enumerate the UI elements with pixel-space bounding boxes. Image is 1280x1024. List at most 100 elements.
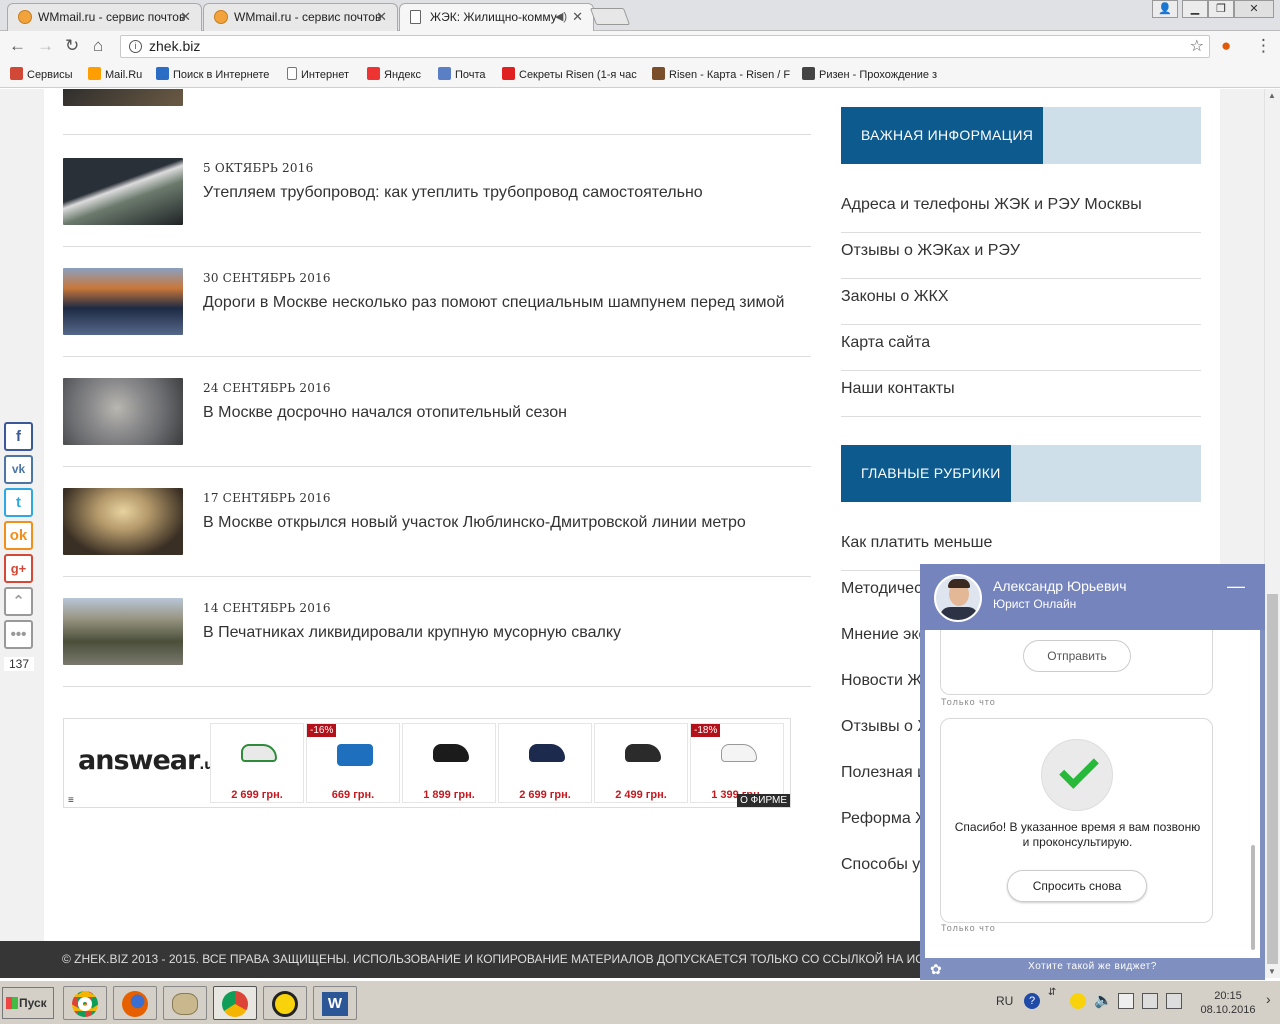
brand-text: answear [78, 745, 200, 776]
minimize-button[interactable]: ▁ [1182, 0, 1208, 18]
sidebar-link[interactable]: Отзывы о ЖЭКах и РЭУ [841, 233, 1201, 279]
more-icon[interactable]: ••• [4, 620, 33, 649]
bookmark-star-icon[interactable]: ☆ [1190, 36, 1204, 57]
sidebar-link[interactable]: Новости ЖКХ [841, 663, 920, 709]
bookmark-item[interactable]: Яндекс [367, 67, 421, 82]
product-card[interactable]: -16% 669 грн. [306, 723, 400, 803]
tray-expand-icon[interactable]: ⇵ [1048, 987, 1056, 998]
scroll-down-arrow-icon[interactable]: ▼ [1268, 967, 1276, 976]
widget-promo-link[interactable]: Хотите такой же виджет? [920, 961, 1265, 972]
news-title[interactable]: Утепляем трубопровод: как утеплить трубо… [203, 184, 703, 202]
minimize-chat-icon[interactable]: — [1227, 576, 1245, 597]
close-window-button[interactable]: ✕ [1234, 0, 1274, 18]
bookmark-item[interactable]: Risen - Карта - Risen / F [652, 67, 790, 82]
bookmark-item[interactable]: Сервисы [10, 67, 73, 82]
close-tab-icon[interactable]: ✕ [572, 4, 583, 30]
chrome-taskbar-icon[interactable] [63, 986, 107, 1020]
network-icon[interactable] [1118, 993, 1134, 1009]
address-bar[interactable]: i zhek.biz ☆ [120, 35, 1210, 58]
product-card[interactable]: -18%1 399 грн. [690, 723, 784, 803]
sidebar-link[interactable]: Мнение экспертов [841, 617, 920, 663]
news-item: 14 СЕНТЯБРЬ 2016 В Печатниках ликвидиров… [63, 577, 811, 687]
tab-wmmail-1[interactable]: WMmail.ru - сервис почтов ✕ [7, 3, 202, 31]
product-card[interactable]: 1 899 грн. [402, 723, 496, 803]
reload-icon[interactable]: ↻ [65, 37, 79, 55]
volume-icon[interactable]: 🔈 [1094, 991, 1113, 1009]
sidebar-link[interactable]: Полезная информация [841, 755, 920, 801]
sidebar-link[interactable]: Реформа ЖКХ [841, 801, 920, 847]
chrome-active-taskbar-icon[interactable] [213, 986, 257, 1020]
scroll-thumb[interactable] [1267, 594, 1278, 964]
news-title[interactable]: В Печатниках ликвидировали крупную мусор… [203, 624, 621, 642]
product-card[interactable]: 2 699 грн. [210, 723, 304, 803]
bookmark-item[interactable]: Почта [438, 67, 486, 82]
answear-logo[interactable]: answear.ua [78, 745, 222, 776]
sidebar-link[interactable]: Наши контакты [841, 371, 1201, 417]
odnoklassniki-icon[interactable]: ok [4, 521, 33, 550]
bookmark-item[interactable]: Ризен - Прохождение з [802, 67, 937, 82]
news-title[interactable]: В Москве досрочно начался отопительный с… [203, 404, 567, 422]
news-thumbnail[interactable] [63, 268, 183, 335]
tray-chevron-icon[interactable]: › [1266, 991, 1271, 1007]
sidebar-link[interactable]: Законы о ЖКХ [841, 279, 1201, 325]
tab-wmmail-2[interactable]: WMmail.ru - сервис почтов ✕ [203, 3, 398, 31]
sidebar-link[interactable]: Методические [841, 571, 920, 617]
bookmark-item[interactable]: Секреты Risen (1-я час [502, 67, 637, 82]
menu-lines-icon[interactable]: ≡ [68, 795, 74, 806]
sidebar-link[interactable]: Отзывы о ЖКХ [841, 709, 920, 755]
scroll-up-arrow-icon[interactable]: ▲ [1268, 91, 1276, 100]
news-thumbnail[interactable] [63, 378, 183, 445]
bookmark-item[interactable]: Интернет [287, 67, 349, 82]
tray-icon[interactable] [1142, 993, 1158, 1009]
info-icon[interactable]: i [129, 40, 142, 53]
vk-icon[interactable]: vk [4, 455, 33, 484]
facebook-icon[interactable]: f [4, 422, 33, 451]
clock[interactable]: 20:15 08.10.2016 [1196, 989, 1260, 1017]
ghost-app-taskbar-icon[interactable] [263, 986, 307, 1020]
product-card[interactable]: 2 499 грн. [594, 723, 688, 803]
new-tab-button[interactable] [589, 8, 631, 25]
page-scrollbar[interactable]: ▲ ▼ [1264, 89, 1280, 978]
language-indicator[interactable]: RU [996, 994, 1013, 1008]
ask-again-button[interactable]: Спросить снова [1007, 870, 1147, 902]
back-icon[interactable]: ← [9, 37, 26, 55]
extension-icon[interactable]: ● [1221, 37, 1231, 55]
restore-button[interactable]: ❐ [1208, 0, 1234, 18]
news-thumbnail[interactable] [63, 488, 183, 555]
product-card[interactable]: 2 699 грн. [498, 723, 592, 803]
profile-icon[interactable]: 👤 [1152, 0, 1178, 18]
word-taskbar-icon[interactable]: W [313, 986, 357, 1020]
product-image [241, 744, 277, 762]
menu-icon[interactable]: ⋮ [1255, 37, 1272, 55]
help-icon[interactable]: ? [1024, 993, 1040, 1009]
paint-taskbar-icon[interactable] [163, 986, 207, 1020]
sidebar-link[interactable]: Карта сайта [841, 325, 1201, 371]
news-thumbnail[interactable] [63, 158, 183, 225]
tray-app-icon[interactable] [1070, 993, 1086, 1009]
forward-icon[interactable]: → [37, 37, 54, 55]
google-plus-icon[interactable]: g+ [4, 554, 33, 583]
firefox-taskbar-icon[interactable] [113, 986, 157, 1020]
news-thumbnail[interactable] [63, 598, 183, 665]
home-icon[interactable]: ⌂ [93, 37, 103, 55]
chat-scrollbar[interactable] [1251, 845, 1255, 950]
tray-icon[interactable] [1166, 993, 1182, 1009]
about-badge[interactable]: О ФИРМЕ [737, 794, 790, 807]
close-tab-icon[interactable]: ✕ [376, 4, 387, 30]
start-button[interactable]: Пуск [2, 987, 54, 1019]
speaker-icon[interactable]: ◀) [555, 4, 567, 30]
close-tab-icon[interactable]: ✕ [180, 4, 191, 30]
news-title[interactable]: Дороги в Москве несколько раз помоют спе… [203, 294, 784, 312]
news-title[interactable]: В Москве открылся новый участок Люблинск… [203, 514, 746, 532]
bookmark-label: Поиск в Интернете [173, 69, 270, 81]
news-thumbnail[interactable] [63, 89, 183, 106]
scroll-up-icon[interactable]: ⌃ [4, 587, 33, 616]
sidebar-link[interactable]: Способы управления [841, 847, 920, 893]
tab-zhek[interactable]: ЖЭК: Жилищно-комму ◀) ✕ [399, 3, 594, 31]
sidebar-link[interactable]: Адреса и телефоны ЖЭК и РЭУ Москвы [841, 187, 1201, 233]
bookmark-item[interactable]: Поиск в Интернете [156, 67, 269, 82]
bookmark-item[interactable]: Mail.Ru [88, 67, 142, 82]
send-button[interactable]: Отправить [1023, 640, 1131, 672]
twitter-icon[interactable]: t [4, 488, 33, 517]
ad-banner[interactable]: answear.ua ≡ 2 699 грн. -16% 669 грн. 1 8… [63, 718, 791, 808]
